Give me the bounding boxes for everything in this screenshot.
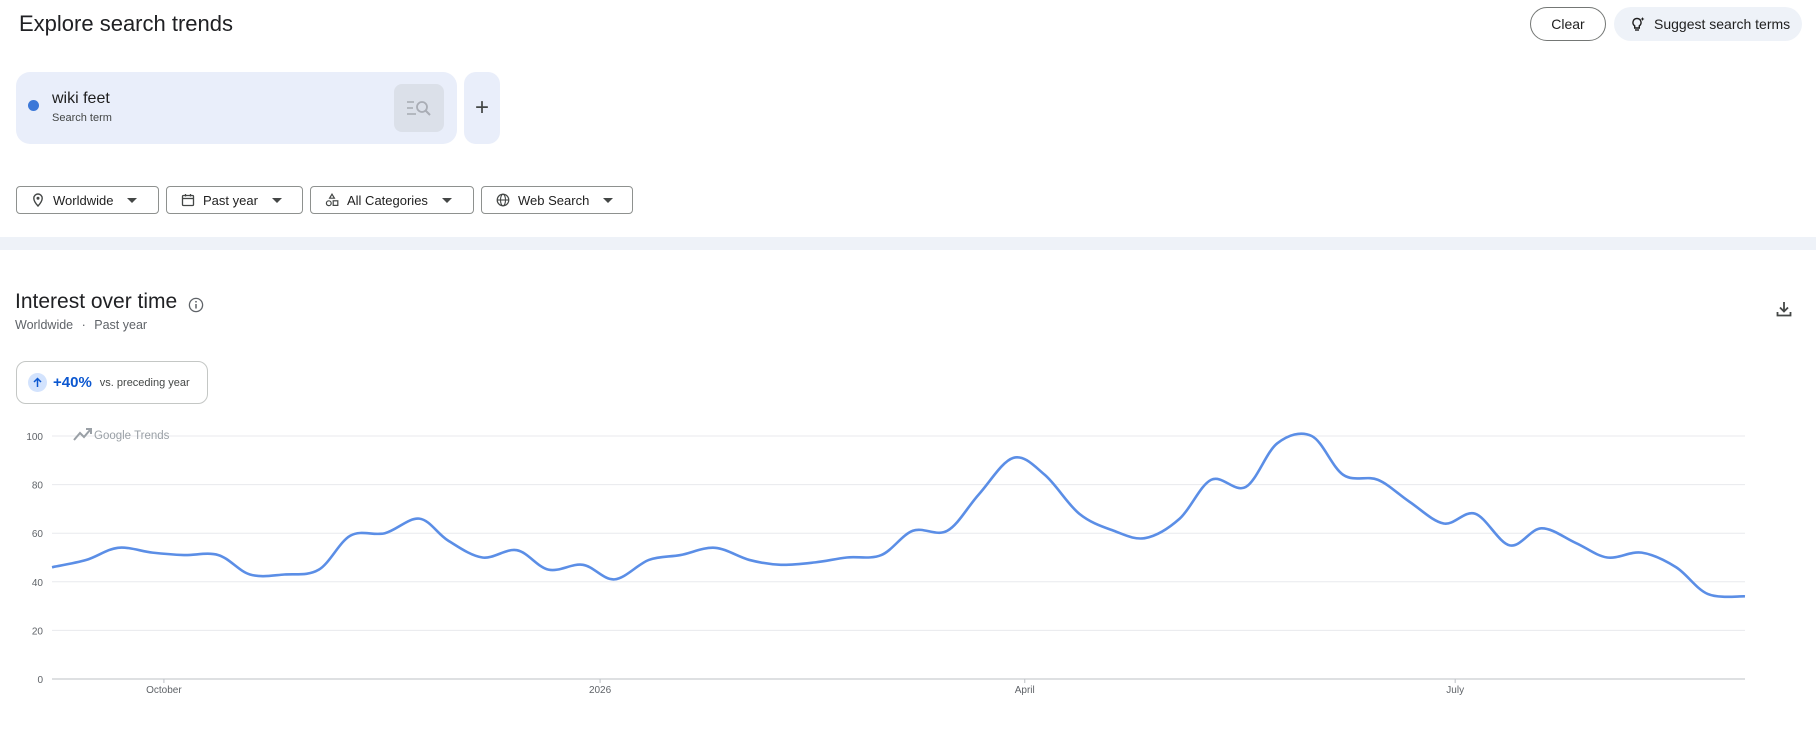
subtitle-separator: · <box>81 318 86 332</box>
y-tick-label: 20 <box>32 626 44 637</box>
location-label: Worldwide <box>53 192 114 208</box>
lightbulb-sparkle-icon <box>1632 17 1645 31</box>
section-subtitle: Worldwide · Past year <box>15 318 147 332</box>
download-icon[interactable] <box>1775 300 1793 318</box>
term-color-dot <box>28 100 39 111</box>
plus-icon: + <box>474 94 489 121</box>
add-term-button[interactable]: + <box>464 72 500 144</box>
chevron-down-icon <box>271 197 282 203</box>
globe-icon <box>496 193 510 207</box>
location-filter[interactable]: Worldwide <box>16 186 159 214</box>
time-label: Past year <box>203 192 258 208</box>
change-summary-card: +40% vs. preceding year <box>16 361 208 404</box>
x-tick-label: April <box>1015 685 1035 696</box>
suggest-search-terms-button[interactable]: Suggest search terms <box>1614 7 1802 41</box>
x-tick-label: October <box>146 685 182 696</box>
section-divider <box>0 237 1816 250</box>
term-search-button[interactable] <box>394 84 444 132</box>
page-title: Explore search trends <box>19 11 233 36</box>
change-label: vs. preceding year <box>99 376 190 389</box>
interest-over-time-chart: 0 20 40 60 80 100 October 2026 April July Google … <box>26 428 1746 696</box>
y-tick-label: 0 <box>37 675 43 686</box>
subtitle-time: Past year <box>94 318 148 332</box>
search-list-icon <box>407 101 431 116</box>
search-type-filter[interactable]: Web Search <box>481 186 633 214</box>
section-title: Interest over time <box>15 290 178 313</box>
category-shapes-icon <box>325 193 339 207</box>
time-filter[interactable]: Past year <box>166 186 303 214</box>
search-term-card[interactable]: wiki feet Search term <box>16 72 457 144</box>
info-icon[interactable] <box>188 297 204 313</box>
category-label: All Categories <box>347 192 428 208</box>
series-line[interactable] <box>51 432 1746 599</box>
x-tick-label: 2026 <box>589 685 612 696</box>
chart-watermark: Google Trends <box>94 430 170 442</box>
term-name: wiki feet <box>52 90 110 107</box>
chevron-down-icon <box>441 197 452 203</box>
x-tick-label: July <box>1446 685 1464 696</box>
change-value: +40% <box>53 374 92 391</box>
arrow-up-icon <box>28 373 47 392</box>
subtitle-location: Worldwide <box>15 318 74 332</box>
location-pin-icon <box>33 193 43 207</box>
term-type: Search term <box>52 112 112 124</box>
suggest-label: Suggest search terms <box>1654 16 1791 32</box>
category-filter[interactable]: All Categories <box>310 186 474 214</box>
clear-button[interactable]: Clear <box>1530 7 1606 41</box>
chevron-down-icon <box>127 197 138 203</box>
y-tick-label: 60 <box>32 529 44 540</box>
y-tick-label: 80 <box>32 481 44 492</box>
y-tick-label: 40 <box>32 578 44 589</box>
chevron-down-icon <box>603 197 614 203</box>
search-type-label: Web Search <box>518 192 590 208</box>
calendar-icon <box>181 194 195 207</box>
y-tick-label: 100 <box>26 432 43 443</box>
